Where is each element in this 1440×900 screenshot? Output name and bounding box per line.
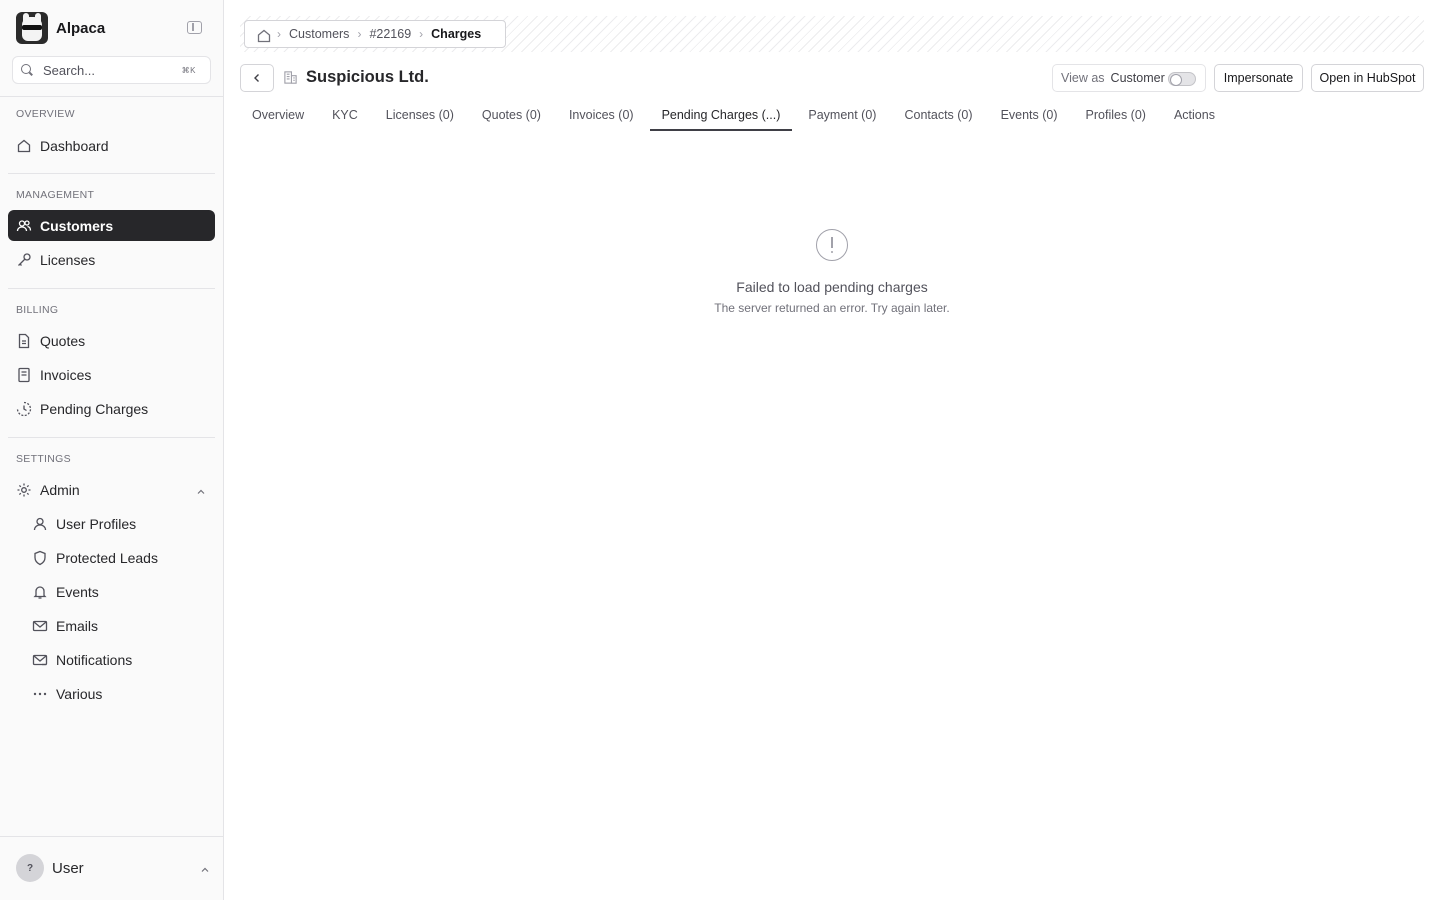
view-as-value: Customer xyxy=(1110,71,1165,85)
chevron-left-icon xyxy=(252,71,262,86)
tab-overview[interactable]: Overview xyxy=(240,100,316,131)
tab-kyc[interactable]: KYC xyxy=(320,100,370,131)
chevron-right-icon: › xyxy=(357,27,362,41)
tab-invoices[interactable]: Invoices (0) xyxy=(557,100,646,131)
home-icon[interactable] xyxy=(256,28,271,42)
view-as-toggle[interactable]: View as Customer xyxy=(1052,64,1206,92)
page-header: Suspicious Ltd. View as Customer Imperso… xyxy=(240,64,1424,92)
tab-licenses[interactable]: Licenses (0) xyxy=(374,100,466,131)
sidebar-item-licenses[interactable]: Licenses xyxy=(8,244,215,275)
divider xyxy=(8,288,215,289)
sidebar-item-quotes[interactable]: Quotes xyxy=(8,325,215,356)
sidebar-item-various[interactable]: Various xyxy=(24,678,215,709)
back-button[interactable] xyxy=(240,64,274,92)
alpaca-logo-icon xyxy=(16,12,48,44)
breadcrumb: › Customers › #22169 › Charges xyxy=(244,20,506,48)
error-title: Failed to load pending charges xyxy=(736,279,928,295)
avatar: ? xyxy=(16,854,44,882)
open-in-hubspot-button[interactable]: Open in HubSpot xyxy=(1311,64,1424,92)
view-as-label: View as xyxy=(1061,71,1105,85)
sidebar-item-label: Events xyxy=(56,583,99,600)
sidebar-item-label: Pending Charges xyxy=(40,400,149,417)
view-as-switch[interactable] xyxy=(1168,72,1196,86)
tab-contacts[interactable]: Contacts (0) xyxy=(892,100,984,131)
app-name: Alpaca xyxy=(56,19,106,37)
breadcrumb-link[interactable]: #22169 xyxy=(369,27,411,41)
user-menu[interactable]: ? User xyxy=(0,836,223,900)
divider xyxy=(8,437,215,438)
error-state: Failed to load pending charges The serve… xyxy=(632,229,1032,315)
chevron-up-icon[interactable] xyxy=(197,483,205,494)
user-icon xyxy=(32,516,48,532)
sidebar-item-label: Protected Leads xyxy=(56,549,158,566)
sidebar-item-events[interactable]: Events xyxy=(24,576,215,607)
mail-icon xyxy=(32,618,48,634)
impersonate-button[interactable]: Impersonate xyxy=(1214,64,1303,92)
tab-profiles[interactable]: Profiles (0) xyxy=(1074,100,1158,131)
divider xyxy=(8,173,215,174)
search-box[interactable]: ⌘K xyxy=(12,56,211,84)
mail-notification-icon xyxy=(32,652,48,668)
key-icon xyxy=(16,252,32,268)
sidebar-item-label: Various xyxy=(56,685,103,702)
sidebar-item-label: Invoices xyxy=(40,366,92,383)
building-icon xyxy=(283,70,298,90)
user-name: User xyxy=(52,860,84,877)
sidebar-item-dashboard[interactable]: Dashboard xyxy=(8,130,215,161)
tab-quotes[interactable]: Quotes (0) xyxy=(470,100,553,131)
sidebar-item-admin[interactable]: Admin xyxy=(8,474,215,505)
sidebar: Alpaca ⌘K Overview Dashboard Management … xyxy=(0,0,224,900)
home-icon xyxy=(16,138,32,154)
document-icon xyxy=(16,333,32,349)
tab-bar: Overview KYC Licenses (0) Quotes (0) Inv… xyxy=(240,100,1231,131)
chevron-right-icon: › xyxy=(419,27,424,41)
section-label-overview: Overview xyxy=(16,108,75,120)
section-label-billing: Billing xyxy=(16,304,59,316)
clock-icon xyxy=(16,401,32,417)
sidebar-item-notifications[interactable]: Notifications xyxy=(24,644,215,675)
sidebar-item-label: Customers xyxy=(40,217,114,234)
tab-payment[interactable]: Payment (0) xyxy=(796,100,888,131)
page-title: Suspicious Ltd. xyxy=(306,68,429,86)
error-message: The server returned an error. Try again … xyxy=(714,301,950,315)
search-icon xyxy=(21,64,33,76)
sidebar-item-emails[interactable]: Emails xyxy=(24,610,215,641)
sidebar-item-label: Licenses xyxy=(40,251,96,268)
chevron-up-icon[interactable] xyxy=(201,861,209,879)
search-input[interactable] xyxy=(43,62,173,78)
sidebar-item-pending-charges[interactable]: Pending Charges xyxy=(8,393,215,424)
section-label-management: Management xyxy=(16,189,95,201)
search-shortcut: ⌘K xyxy=(181,66,196,75)
alert-circle-icon xyxy=(816,229,848,261)
sidebar-item-label: User Profiles xyxy=(56,515,137,532)
sidebar-item-label: Quotes xyxy=(40,332,86,349)
section-label-settings: Settings xyxy=(16,453,71,465)
tab-actions[interactable]: Actions xyxy=(1162,100,1227,131)
breadcrumb-link[interactable]: Customers xyxy=(289,27,349,41)
sidebar-item-protected-leads[interactable]: Protected Leads xyxy=(24,542,215,573)
sidebar-item-label: Notifications xyxy=(56,651,133,668)
receipt-icon xyxy=(16,367,32,383)
shield-icon xyxy=(32,550,48,566)
tab-events[interactable]: Events (0) xyxy=(989,100,1070,131)
sidebar-item-label: Admin xyxy=(40,481,80,498)
sidebar-toggle-icon[interactable] xyxy=(187,21,202,34)
divider xyxy=(0,96,223,97)
sidebar-item-customers[interactable]: Customers xyxy=(8,210,215,241)
chevron-right-icon: › xyxy=(277,27,281,41)
users-icon xyxy=(16,218,32,234)
breadcrumb-current: Charges xyxy=(431,27,482,41)
sidebar-item-invoices[interactable]: Invoices xyxy=(8,359,215,390)
sidebar-item-user-profiles[interactable]: User Profiles xyxy=(24,508,215,539)
more-icon xyxy=(32,686,48,702)
brand[interactable]: Alpaca xyxy=(16,12,208,44)
bell-icon xyxy=(32,584,48,600)
sidebar-item-label: Dashboard xyxy=(40,137,109,154)
tab-pending-charges[interactable]: Pending Charges (...) xyxy=(649,100,793,131)
sidebar-item-label: Emails xyxy=(56,617,99,634)
gear-icon xyxy=(16,482,32,498)
